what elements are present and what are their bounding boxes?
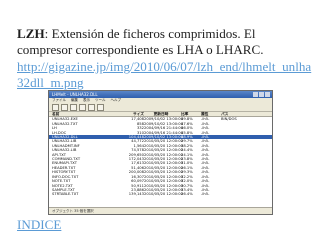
file-list: 名前 サイズ 更新日時 比率 属性 パス UNLHA32.EXE 17,408 2009/10… — [49, 112, 272, 197]
index-link[interactable]: INDICE — [17, 217, 61, 233]
column-header: サイズ — [133, 112, 144, 116]
window-controls — [253, 91, 272, 98]
file-cell: 26.4% — [181, 192, 193, 197]
column-header: 属性 — [201, 112, 209, 116]
close-icon — [265, 92, 270, 97]
slide-caption: LZH: Extensión de ficheros comprimidos. … — [17, 26, 313, 59]
menu-item: ツール — [95, 98, 106, 102]
toolbar-button-icon — [79, 103, 86, 111]
window-statusbar: オブジェクト 35 個を選択 — [49, 207, 272, 214]
file-cell: STRTABLE.TXT — [52, 192, 79, 197]
toolbar-button-icon — [97, 103, 104, 111]
file-cell: -lh5- — [201, 192, 210, 197]
column-header: パス — [221, 112, 229, 116]
window-toolbar — [49, 103, 272, 112]
menu-item: 表示 — [83, 98, 90, 102]
menu-item: ヘルプ — [110, 98, 122, 102]
minimize-icon — [253, 92, 258, 97]
caption-term: LZH — [17, 26, 45, 41]
lhmelt-screenshot: LHMelt - UNLHA32.DLL ファイル 編集 表示 ツール ヘルプ 名前 サイ… — [48, 90, 273, 215]
menu-item: 編集 — [71, 98, 78, 102]
file-list-rows: UNLHA32.EXE 17,408 2009/10/02 13:00:00 49.8… — [49, 117, 272, 196]
column-header: 更新日時 — [153, 112, 169, 116]
menu-item: ファイル — [52, 98, 66, 102]
window-titlebar: LHMelt - UNLHA32.DLL — [49, 91, 272, 98]
column-header: 比率 — [181, 112, 189, 116]
toolbar-button-icon — [88, 103, 95, 111]
toolbar-button-icon — [70, 103, 77, 111]
window-title: LHMelt - UNLHA32.DLL — [52, 92, 98, 97]
toolbar-button-icon — [61, 103, 68, 111]
toolbar-button-icon — [52, 103, 59, 111]
maximize-icon — [259, 92, 264, 97]
column-header: 名前 — [52, 112, 60, 116]
image-link[interactable]: http://gigazine.jp/img/2010/06/07/lzh_en… — [17, 59, 313, 92]
file-row: STRTABLE.TXT 139,143 2010/05/20 12:00:00 26… — [49, 192, 272, 196]
file-cell: 139,143 — [128, 192, 144, 197]
file-cell — [221, 192, 247, 196]
file-cell: 2010/05/20 12:00:00 — [144, 192, 183, 197]
caption-text: : Extensión de ficheros comprimidos. El … — [17, 26, 264, 58]
